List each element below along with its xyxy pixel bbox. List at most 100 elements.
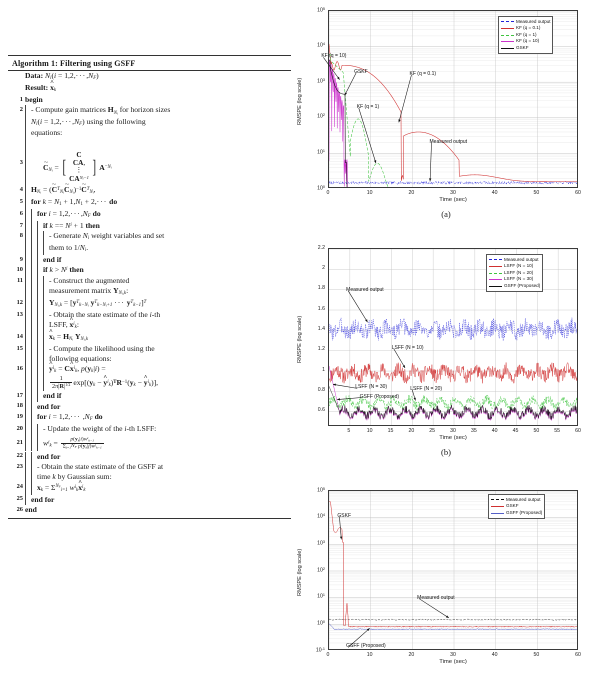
line-number: 18 [16,402,23,410]
x-tick-label: 60 [575,651,581,658]
x-tick-label: 30 [450,427,456,434]
indent-bar [31,297,32,310]
indent-bar [37,424,38,435]
y-tick-label: 1.8 [317,285,325,292]
indent-bar [31,331,32,344]
algorithm-line-18: 18 end for [8,401,291,413]
chart-annotation: LSFF (N = 20) [410,385,443,392]
line-text: if k == Ni + 1 then [43,220,100,230]
indent-bar [31,434,32,451]
matrix-expression: [ C CA, ⋮ CANi−1 ] [62,150,96,184]
line-text: for i = 1,2,···,NF do [37,208,101,219]
chart-annotation: Measured output [346,286,384,293]
algorithm-line-3: 3 CNi = [ CCA,⋮CANi−1 ] A−Ni [8,138,291,185]
chart-legend[interactable]: Measured output GSKF GSFF (Proposed) [488,494,546,519]
indent-bar [25,434,26,451]
indent-bar [37,434,38,451]
series-line [329,362,577,384]
legend-item[interactable]: LSFF (N = 10) [489,263,540,270]
indent-bar [43,364,44,392]
y-tick-label: 2.2 [317,244,325,251]
indent-bar [31,412,32,425]
line-text: - Compute the likelihood using the follow… [49,343,155,363]
legend-item[interactable]: KF (q = 1) [501,32,550,39]
algorithm-line-11: 11 - Construct the augmented measurement … [8,275,291,298]
legend-item[interactable]: KF (q = 10) [501,38,550,45]
x-tick-label: 40 [491,427,498,434]
x-tick-label: 10 [366,427,373,434]
chart-legend[interactable]: Measured output KF (q = 0.1) KF (q = 1) KF … [498,16,554,55]
legend-label: GSFF (Proposed) [506,509,543,515]
line-number: 11 [16,276,23,284]
line-text: - Compute gain matrices HNi for horizon … [31,105,171,138]
line-number: 20 [16,424,23,432]
legend-item[interactable]: GSFF (Proposed) [489,283,540,290]
line-number: 7 [19,221,23,229]
indent-bar [37,309,38,332]
algorithm-line-20: 20 - Update the weight of the i-th LSFF: [8,424,291,435]
indent-bar [31,265,32,276]
legend-swatch [501,47,514,49]
x-tick-label: 30 [450,651,456,658]
line-number: 3 [19,158,23,166]
legend-item[interactable]: Measured output [491,497,542,504]
legend-item[interactable]: GSKF [491,503,542,510]
legend-item[interactable]: Measured output [489,257,540,264]
legend-item[interactable]: LSFF (N = 30) [489,276,540,283]
indent-bar [43,331,44,344]
line-text: for k = N1 + 1,N1 + 2,··· do [31,196,118,207]
indent-bar [37,343,38,365]
chart-annotation: LSFF (N = 10) [391,344,424,351]
legend-item[interactable]: KF (q = 0.1) [501,25,550,32]
algorithm-line-12: 12 YNi,k = [yTk−Ni yTk−Ni+1 ··· yTk−1]T [8,297,291,310]
legend-label: GSKF [516,45,529,51]
algorithm-line-21: 21 wik = p(yk|i)wik−1 Σj=1NF p(yk|j)wjk−… [8,434,291,452]
algorithm-result-line: Result: xk [8,83,291,95]
data-declaration: Data: Ni(i = 1,2,···,NF) [25,71,99,82]
series-line [329,618,577,621]
legend-item[interactable]: LSFF (N = 20) [489,270,540,277]
indent-bar [43,231,44,255]
y-tick-label: 100 [317,619,325,627]
figure-c: 0 10 20 30 40 50 60 10-1 100 101 102 103 104 105 Time … [297,482,592,692]
line-text: - Update the weight of the i-th LSFF: [43,424,157,434]
legend-item[interactable]: GSFF (Proposed) [491,510,542,517]
x-tick-label: 10 [366,189,373,196]
algorithm-block: Algorithm 1: Filtering using GSFF Data: … [8,55,291,519]
legend-swatch [489,285,502,287]
legend-item[interactable]: GSKF [501,45,550,52]
x-tick-label: 10 [366,651,373,658]
legend-item[interactable]: Measured output [501,19,550,26]
line-text: if k > Ni then [43,265,84,275]
indent-bar [37,275,38,298]
line-number: 9 [19,255,23,263]
indent-bar [25,275,26,298]
legend-label: LSFF (N = 20) [504,269,534,275]
algorithm-line-26: 26 end [8,505,291,516]
legend-swatch [489,259,502,261]
figure-caption: (a) [441,209,451,219]
line-text: begin [25,94,43,104]
x-tick-label: 20 [408,651,415,658]
y-tick-label: 102 [317,566,325,574]
chart-legend[interactable]: Measured output LSFF (N = 10) LSFF (N = 20… [486,254,544,293]
y-tick-label: 1.4 [317,325,325,332]
line-number: 8 [19,232,23,240]
chart-annotation: Measured output [429,138,468,145]
algorithm-line-9: 9 end if [8,254,291,266]
x-axis-label: Time (sec) [439,197,467,203]
indent-bar [31,451,32,463]
x-tick-label: 20 [408,189,415,196]
algorithm-line-7: 7 if k == Ni + 1 then [8,220,291,232]
legend-swatch [491,512,504,514]
indent-bar [25,401,26,413]
chart-annotation: LSFF (N = 30) [355,384,388,391]
legend-label: LSFF (N = 10) [504,263,534,269]
series-line [329,60,348,187]
line-number [8,71,25,72]
y-tick-label: 105 [317,6,325,14]
y-tick-label: 10-1 [315,646,325,654]
algorithm-line-22: 22 end for [8,451,291,463]
algorithm-line-25: 25 end for [8,494,291,506]
indent-bar [31,391,32,402]
